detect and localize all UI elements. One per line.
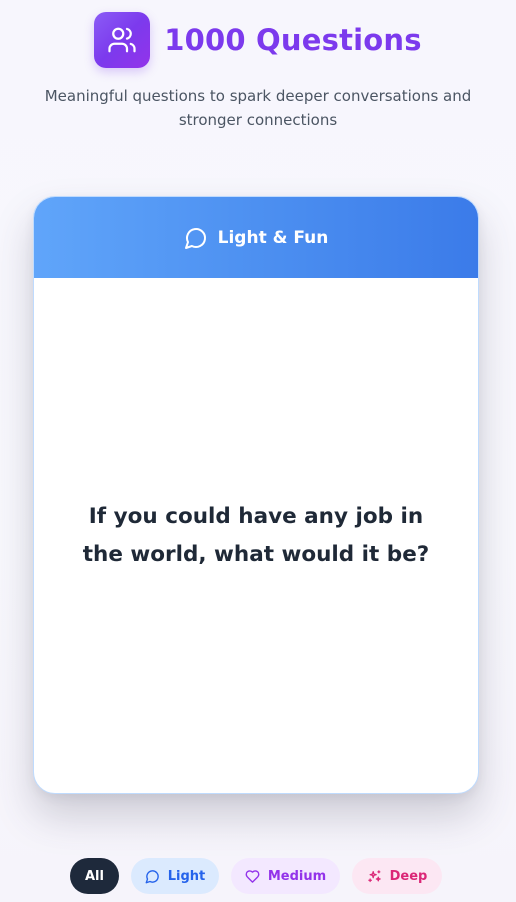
filter-deep-button[interactable]: Deep — [352, 858, 442, 894]
filter-all-label: All — [85, 868, 104, 884]
app-subtitle: Meaningful questions to spark deeper con… — [44, 87, 472, 129]
sparkles-icon — [367, 869, 381, 882]
card-category-header: Light & Fun — [34, 197, 478, 278]
message-circle-icon — [184, 227, 206, 249]
filter-light-label: Light — [167, 868, 206, 884]
filter-light-button[interactable]: Light — [131, 858, 219, 894]
filter-medium-label: Medium — [267, 868, 327, 884]
filter-deep-label: Deep — [389, 868, 428, 884]
question-card[interactable]: Light & Fun If you could have any job in… — [33, 196, 479, 794]
filter-all-button[interactable]: All — [70, 858, 119, 894]
category-filter-bar: All Light Medium Deep — [70, 858, 454, 894]
card-body: If you could have any job in the world, … — [34, 279, 478, 793]
heart-icon — [245, 869, 260, 883]
category-label: Light & Fun — [217, 227, 329, 248]
app-header: 1000 Questions — [0, 12, 516, 68]
filter-medium-button[interactable]: Medium — [231, 858, 340, 894]
message-circle-icon — [145, 869, 159, 883]
question-text: If you could have any job in the world, … — [82, 504, 430, 567]
app-logo — [94, 12, 151, 68]
app-title: 1000 Questions — [164, 23, 422, 57]
users-icon — [108, 27, 136, 53]
